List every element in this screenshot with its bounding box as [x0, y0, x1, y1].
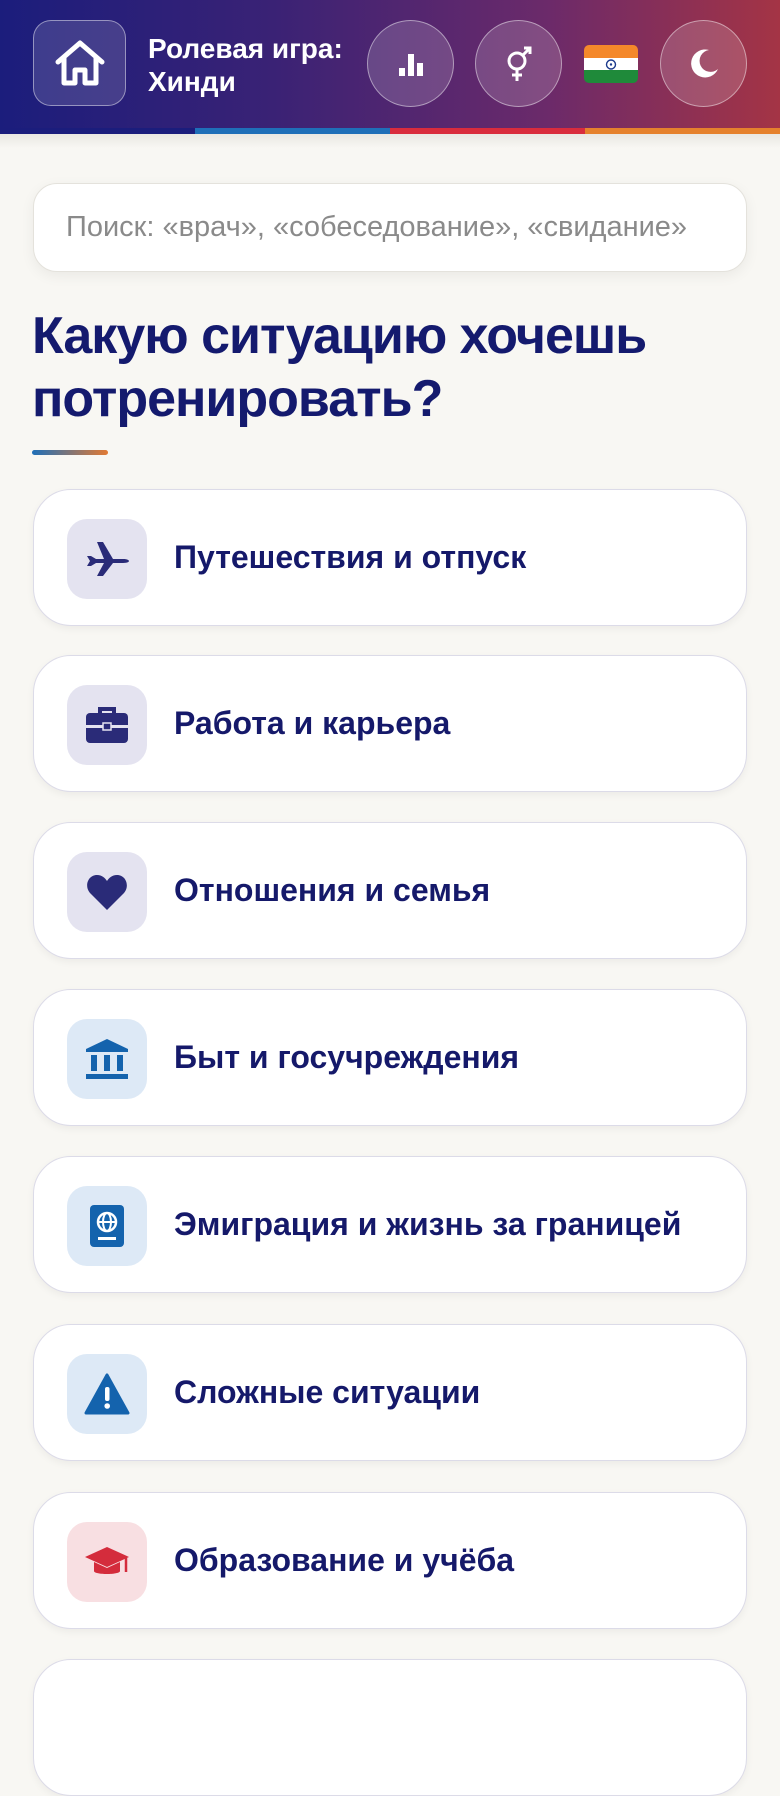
- bank-icon: [86, 1039, 128, 1079]
- warning-icon: [84, 1373, 130, 1415]
- gender-button[interactable]: [475, 20, 562, 107]
- category-card-travel[interactable]: Путешествия и отпуск: [33, 489, 747, 626]
- category-label: Путешествия и отпуск: [174, 538, 527, 575]
- home-icon: [55, 40, 104, 86]
- category-icon-box: [67, 1522, 147, 1602]
- category-label: Работа и карьера: [174, 704, 451, 741]
- stats-button[interactable]: [367, 20, 454, 107]
- app-title: Ролевая игра: Хинди: [148, 33, 343, 97]
- title-underline: [32, 450, 108, 455]
- briefcase-icon: [86, 707, 128, 743]
- gender-icon: [507, 46, 531, 81]
- app-header: Ролевая игра: Хинди: [0, 0, 780, 128]
- category-icon-box: [67, 1354, 147, 1434]
- heart-icon: [87, 875, 127, 910]
- graduation-cap-icon: [85, 1547, 129, 1574]
- search-box[interactable]: [33, 183, 747, 272]
- category-label: Быт и госучреждения: [174, 1038, 520, 1075]
- category-icon-box: [67, 852, 147, 932]
- moon-icon: [690, 48, 718, 77]
- page-title: Какую ситуацию хочешь потренировать?: [32, 307, 647, 428]
- search-input[interactable]: [64, 210, 716, 245]
- category-icon-box: [67, 1019, 147, 1099]
- passport-icon: [90, 1205, 124, 1247]
- stats-icon: [398, 53, 423, 76]
- category-icon-box: [67, 519, 147, 599]
- category-card-work[interactable]: Работа и карьера: [33, 655, 747, 792]
- home-button[interactable]: [33, 20, 126, 106]
- category-icon-box: [67, 685, 147, 765]
- airplane-icon: [87, 542, 129, 576]
- category-label: Отношения и семья: [174, 871, 491, 908]
- header-shadow: [0, 134, 780, 148]
- category-card-difficult-situations[interactable]: Сложные ситуации: [33, 1324, 747, 1461]
- category-card-relationships[interactable]: Отношения и семья: [33, 822, 747, 959]
- theme-toggle-button[interactable]: [660, 20, 747, 107]
- category-icon-box: [67, 1186, 147, 1266]
- category-card-education[interactable]: Образование и учёба: [33, 1492, 747, 1629]
- category-label: Эмиграция и жизнь за границей: [174, 1205, 682, 1242]
- category-card-next[interactable]: [33, 1659, 747, 1796]
- category-card-emigration[interactable]: Эмиграция и жизнь за границей: [33, 1156, 747, 1293]
- category-label: Сложные ситуации: [174, 1373, 481, 1410]
- india-flag-icon[interactable]: [584, 45, 638, 83]
- category-label: Образование и учёба: [174, 1541, 515, 1578]
- category-card-government[interactable]: Быт и госучреждения: [33, 989, 747, 1126]
